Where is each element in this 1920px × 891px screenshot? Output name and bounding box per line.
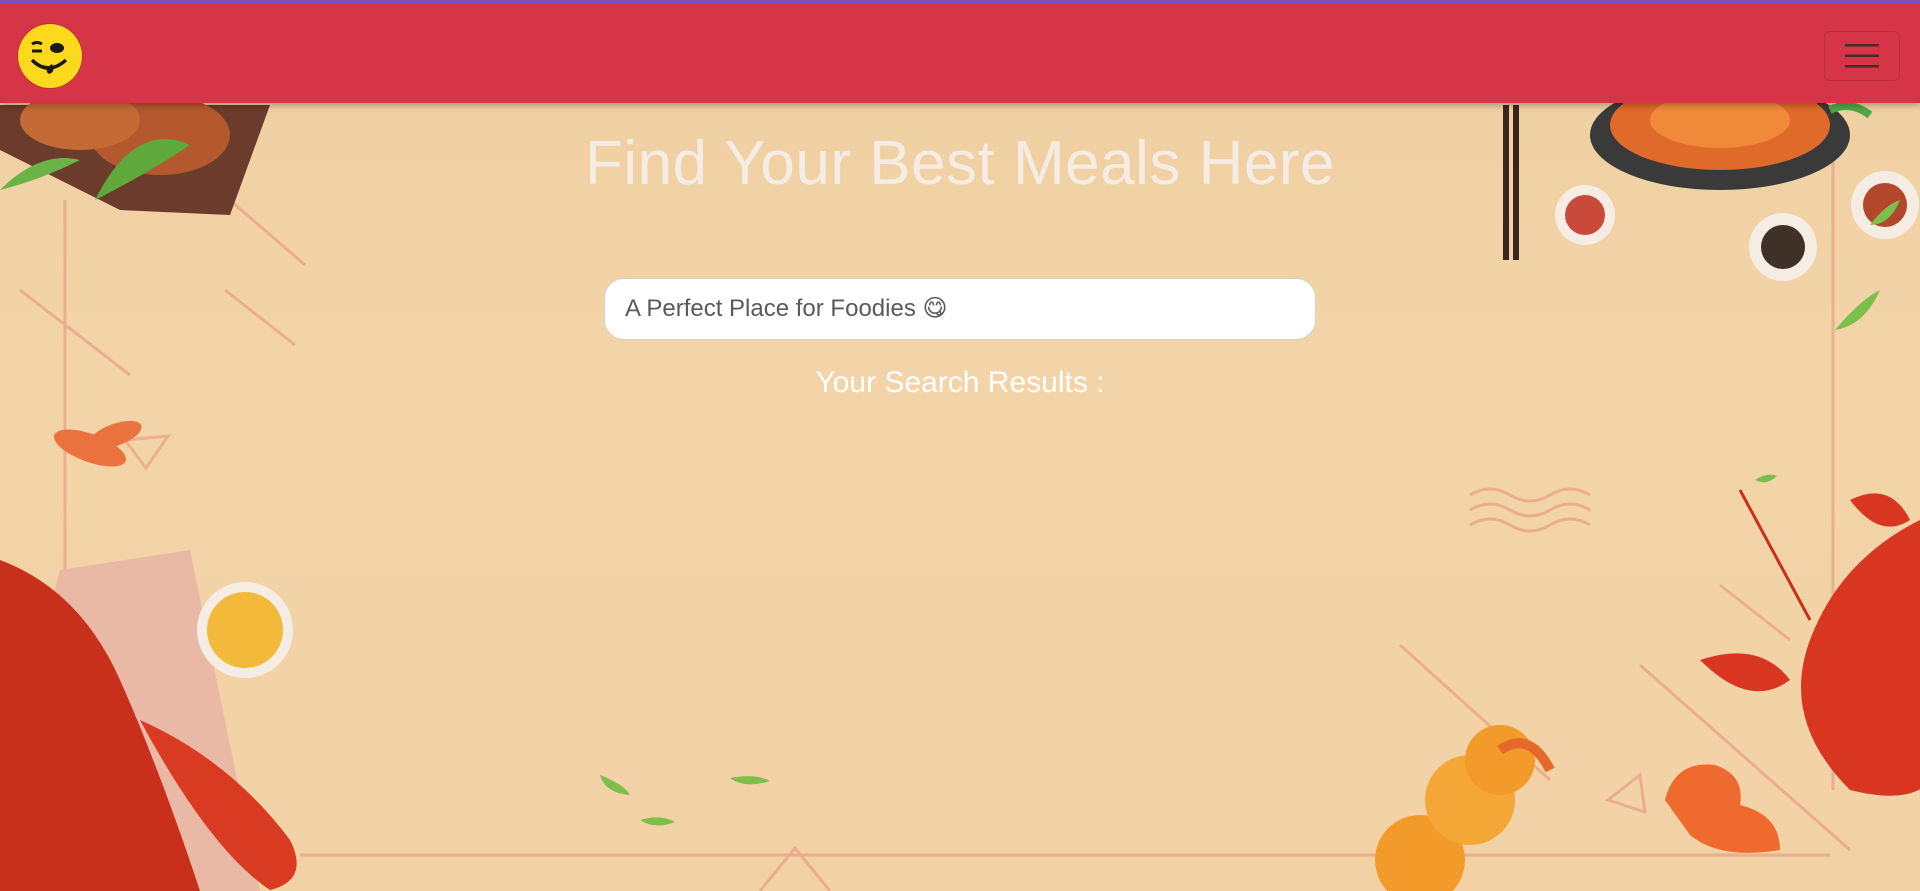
- search-results-label: Your Search Results :: [815, 366, 1105, 399]
- page-title: Find Your Best Meals Here: [585, 129, 1335, 198]
- smiling-face-logo-icon[interactable]: [18, 24, 82, 88]
- top-navbar: [0, 0, 1920, 103]
- search-input[interactable]: [604, 278, 1316, 340]
- hamburger-menu-icon[interactable]: [1824, 31, 1900, 81]
